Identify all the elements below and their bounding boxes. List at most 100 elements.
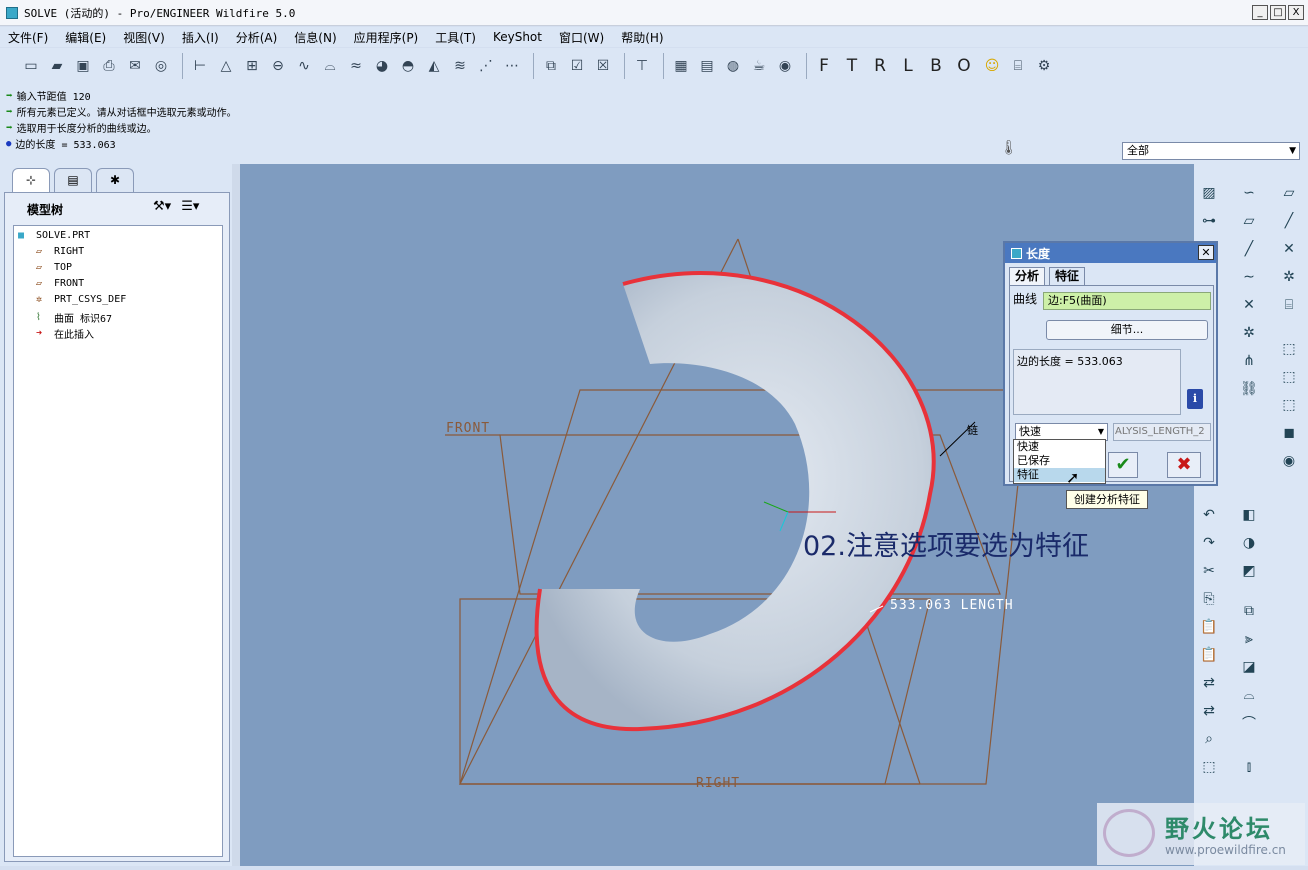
- option-quick[interactable]: 快速: [1014, 440, 1105, 454]
- menu-insert[interactable]: 插入(I): [182, 29, 219, 46]
- family-table-icon[interactable]: ⊤: [631, 55, 653, 77]
- open-folder-icon[interactable]: ▰: [46, 55, 68, 77]
- render-teapot-icon[interactable]: ☕: [748, 55, 770, 77]
- view-right-button[interactable]: R: [869, 56, 891, 76]
- scene-icon[interactable]: ▤: [696, 55, 718, 77]
- model-tools-icon[interactable]: ⚙: [1033, 55, 1055, 77]
- render-globe-icon[interactable]: ◍: [722, 55, 744, 77]
- wireframe-icon[interactable]: ⬚: [1278, 338, 1300, 360]
- tree-item-part[interactable]: ■ SOLVE.PRT: [18, 230, 90, 241]
- chain-icon[interactable]: ⛓: [1238, 378, 1260, 400]
- mirror-tool-icon[interactable]: ⫸: [1238, 628, 1260, 650]
- window-activate-icon[interactable]: ⧉: [540, 55, 562, 77]
- view-o-button[interactable]: O: [953, 56, 975, 76]
- send-link-icon[interactable]: ◎: [150, 55, 172, 77]
- option-feature[interactable]: 特征: [1014, 468, 1105, 482]
- cancel-button[interactable]: ✖: [1167, 452, 1201, 478]
- appearance-icon[interactable]: ▦: [670, 55, 692, 77]
- menu-window[interactable]: 窗口(W): [559, 29, 604, 46]
- hidden-line-icon[interactable]: ⬚: [1278, 366, 1300, 388]
- plane-display-icon[interactable]: ▱: [1278, 182, 1300, 204]
- deviation-icon[interactable]: ⋯: [501, 55, 523, 77]
- maximize-button[interactable]: □: [1270, 5, 1286, 20]
- tree-item-top[interactable]: ▱ TOP: [36, 262, 72, 273]
- menu-applications[interactable]: 应用程序(P): [354, 29, 419, 46]
- copy-icon[interactable]: ⎘: [1198, 588, 1220, 610]
- panel-splitter[interactable]: [232, 164, 240, 866]
- datum-curve-sketch-icon[interactable]: ∼: [1238, 266, 1260, 288]
- section-icon[interactable]: ◭: [423, 55, 445, 77]
- annotation-display-icon[interactable]: ⌸: [1278, 294, 1300, 316]
- view-top-button[interactable]: T: [841, 56, 863, 76]
- tree-item-insert-here[interactable]: ➜ 在此插入: [36, 326, 94, 341]
- analysis-name-field[interactable]: ALYSIS_LENGTH_2: [1113, 423, 1211, 441]
- csys-tool-icon[interactable]: ✲: [1238, 322, 1260, 344]
- fill-icon[interactable]: ⌒: [1238, 712, 1260, 734]
- tree-columns-icon[interactable]: ☰▾: [181, 199, 199, 214]
- cut-icon[interactable]: ✂: [1198, 560, 1220, 582]
- send-mail-icon[interactable]: ✉: [124, 55, 146, 77]
- paste-special-icon[interactable]: 📋: [1198, 644, 1220, 666]
- render-final-icon[interactable]: ◉: [774, 55, 796, 77]
- draft-analysis-icon[interactable]: ◓: [397, 55, 419, 77]
- find-icon[interactable]: ⌕: [1198, 728, 1220, 750]
- select-box-icon[interactable]: ⬚: [1198, 756, 1220, 778]
- menu-info[interactable]: 信息(N): [294, 29, 336, 46]
- view-left-button[interactable]: L: [897, 56, 919, 76]
- surface-analysis-icon[interactable]: ⌓: [319, 55, 341, 77]
- measure-distance-icon[interactable]: ⊞: [241, 55, 263, 77]
- menu-analysis[interactable]: 分析(A): [236, 29, 278, 46]
- offset-icon[interactable]: ≋: [449, 55, 471, 77]
- datum-plane-tool-icon[interactable]: ▱: [1238, 210, 1260, 232]
- csys-display-icon[interactable]: ✲: [1278, 266, 1300, 288]
- tree-item-csys[interactable]: ✲ PRT_CSYS_DEF: [36, 294, 126, 305]
- extrude-icon[interactable]: ◧: [1238, 504, 1260, 526]
- tree-settings-icon[interactable]: ⚒▾: [153, 199, 171, 214]
- tab-analysis[interactable]: 分析: [1009, 267, 1046, 285]
- shading-icon[interactable]: ◼: [1278, 422, 1300, 444]
- layer-icon[interactable]: ⌸: [1007, 55, 1029, 77]
- mirror-icon[interactable]: ⫾: [1238, 756, 1260, 778]
- menu-keyshot[interactable]: KeyShot: [493, 30, 542, 44]
- option-saved[interactable]: 已保存: [1014, 454, 1105, 468]
- undo-icon[interactable]: ↶: [1198, 504, 1220, 526]
- boundary-blend-icon[interactable]: ⌓: [1238, 684, 1260, 706]
- measure-diameter-icon[interactable]: ⊖: [267, 55, 289, 77]
- regen-manager-icon[interactable]: ⇄: [1198, 700, 1220, 722]
- new-file-icon[interactable]: ▭: [20, 55, 42, 77]
- window-close-icon[interactable]: ☒: [592, 55, 614, 77]
- menu-file[interactable]: 文件(F): [8, 29, 48, 46]
- tree-item-surface[interactable]: ⌇ 曲面 标识67: [36, 310, 112, 325]
- axis-display-icon[interactable]: ╱: [1278, 210, 1300, 232]
- redo-icon[interactable]: ↷: [1198, 532, 1220, 554]
- curve-analysis-icon[interactable]: ∿: [293, 55, 315, 77]
- close-button[interactable]: X: [1288, 5, 1304, 20]
- info-icon[interactable]: i: [1187, 389, 1203, 409]
- menu-help[interactable]: 帮助(H): [621, 29, 663, 46]
- minimize-button[interactable]: _: [1252, 5, 1268, 20]
- revolve-icon[interactable]: ◑: [1238, 532, 1260, 554]
- datum-curve-icon[interactable]: ∽: [1238, 182, 1260, 204]
- sweep-icon[interactable]: ◩: [1238, 560, 1260, 582]
- offset-tool-icon[interactable]: ⧉: [1238, 600, 1260, 622]
- details-button[interactable]: 细节...: [1046, 320, 1208, 340]
- selection-filter-dropdown[interactable]: 全部 ▼: [1122, 142, 1300, 160]
- no-hidden-icon[interactable]: ⬚: [1278, 394, 1300, 416]
- curve-collector[interactable]: 边:F5(曲面): [1043, 292, 1211, 310]
- window-check-icon[interactable]: ☑: [566, 55, 588, 77]
- tree-item-right[interactable]: ▱ RIGHT: [36, 246, 84, 257]
- datum-axis-icon[interactable]: ╱: [1238, 238, 1260, 260]
- shading-curvature-icon[interactable]: ◕: [371, 55, 393, 77]
- measure-area-icon[interactable]: △: [215, 55, 237, 77]
- ok-button[interactable]: ✔: [1108, 452, 1138, 478]
- paste-icon[interactable]: 📋: [1198, 616, 1220, 638]
- tab-model-tree[interactable]: ⊹: [12, 168, 50, 192]
- tab-favorites[interactable]: ✱: [96, 168, 134, 192]
- dialog-close-button[interactable]: ✕: [1198, 245, 1214, 260]
- save-icon[interactable]: ▣: [72, 55, 94, 77]
- length-dimension-label[interactable]: 533.063 LENGTH: [890, 598, 1014, 613]
- thicken-icon[interactable]: ◪: [1238, 656, 1260, 678]
- view-front-button[interactable]: F: [813, 56, 835, 76]
- view-bottom-button[interactable]: B: [925, 56, 947, 76]
- menu-view[interactable]: 视图(V): [123, 29, 165, 46]
